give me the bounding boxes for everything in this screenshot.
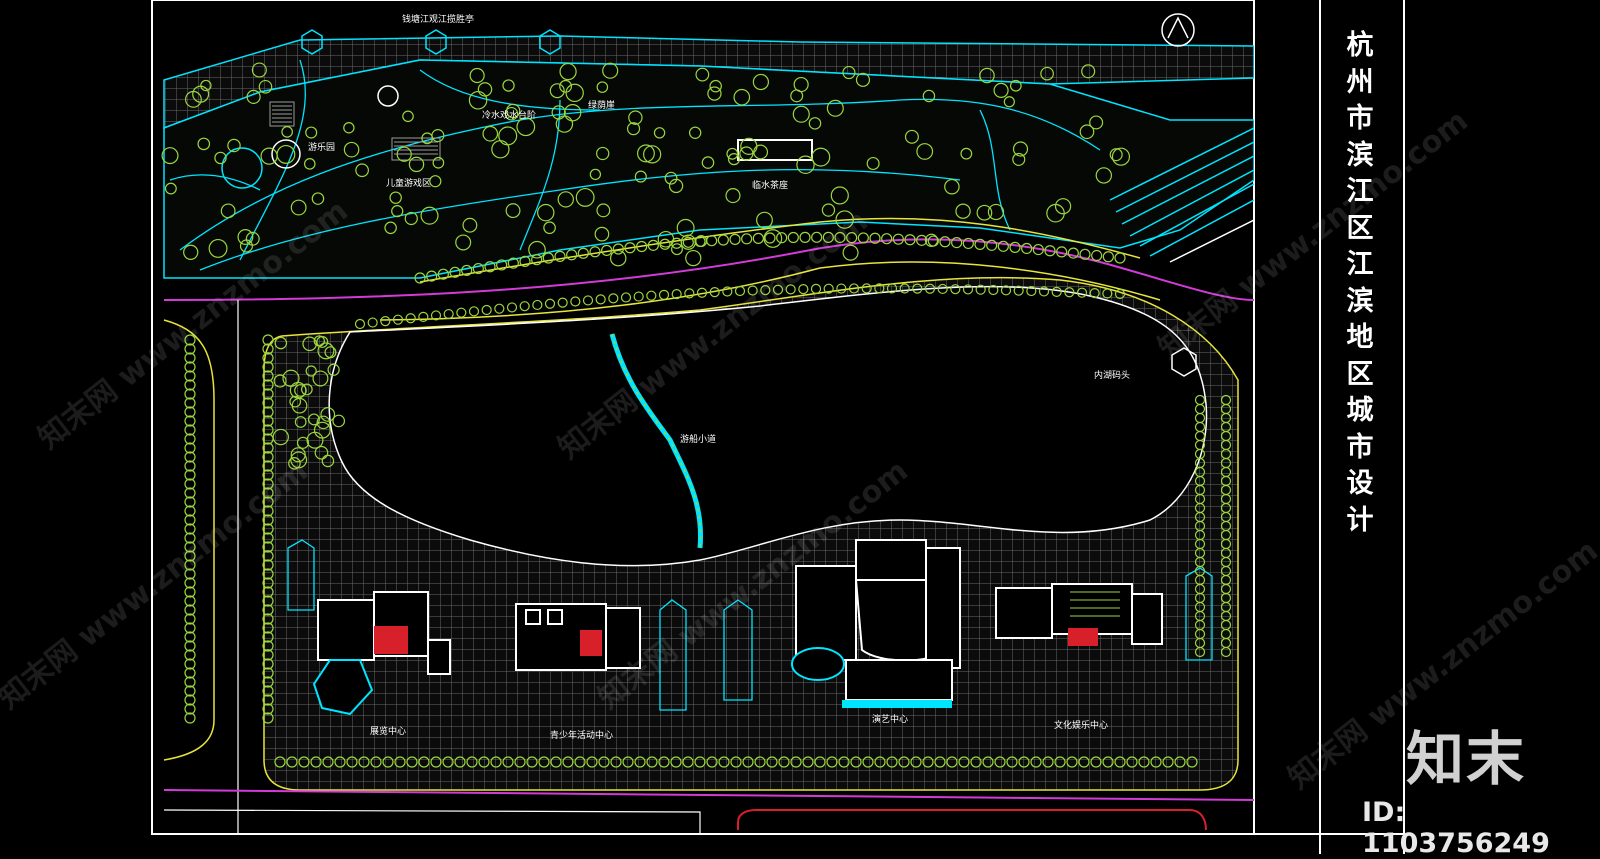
title-char: 州	[1346, 66, 1374, 98]
label-tea-house: 临水茶座	[752, 179, 788, 191]
label-culture-center: 文化娱乐中心	[1054, 719, 1108, 731]
brand-logo: 知末	[1406, 725, 1527, 793]
title-char: 滨	[1346, 285, 1374, 317]
title-char: 杭	[1346, 30, 1374, 61]
title-char: 区	[1346, 212, 1374, 244]
title-char: 地	[1346, 322, 1374, 353]
title-char: 市	[1346, 431, 1374, 463]
label-theatre-center: 演艺中心	[872, 713, 908, 725]
inner-lake	[328, 285, 1208, 567]
title-char: 市	[1346, 103, 1374, 134]
label-fishing-wharf: 内湖码头	[1094, 369, 1130, 381]
title-char: 设	[1346, 468, 1374, 499]
label-lake-bridge: 游船小道	[680, 433, 716, 445]
title-char: 滨	[1346, 139, 1374, 171]
label-waterfront-steps: 冷水戏水台阶	[482, 109, 536, 121]
title-char: 江	[1346, 176, 1374, 207]
title-char: 计	[1346, 504, 1374, 536]
building-culture-center	[995, 583, 1163, 646]
title-char: 城	[1346, 395, 1374, 426]
drawing-title: 杭州市滨江区江滨地区城市设计	[1338, 28, 1382, 539]
label-playground: 游乐园	[308, 141, 335, 153]
title-char: 区	[1346, 358, 1374, 390]
label-pavilion: 钱塘江观江揽胜亭	[402, 13, 474, 25]
image-id: ID: 1103756249	[1362, 797, 1550, 859]
label-green-cliff: 绿荫崖	[588, 99, 615, 111]
title-char: 江	[1346, 249, 1374, 280]
label-exhibition-center: 展览中心	[370, 725, 406, 737]
label-youth-center: 青少年活动中心	[550, 729, 613, 741]
label-children-area: 儿童游戏区	[386, 177, 431, 189]
